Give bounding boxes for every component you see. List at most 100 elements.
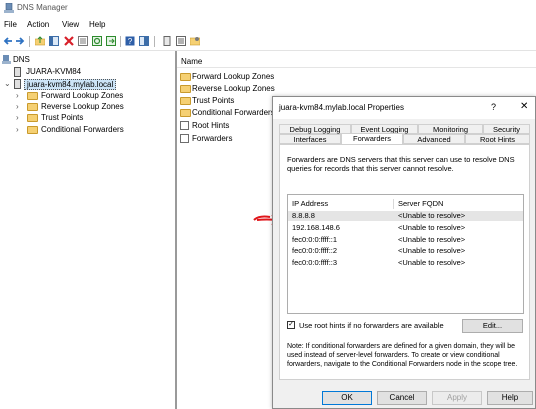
tree-item-conditional-forwarders[interactable]: › Conditional Forwarders — [2, 125, 172, 136]
list-item-label: Trust Points — [192, 96, 235, 105]
forwarders-list[interactable]: IP Address Server FQDN 8.8.8.8 <Unable t… — [287, 194, 524, 314]
close-icon[interactable]: ✕ — [520, 101, 528, 112]
tree-item-trust-points[interactable]: › Trust Points — [2, 113, 172, 124]
forwarder-ip: 8.8.8.8 — [292, 211, 315, 220]
window-title: DNS Manager — [17, 3, 68, 12]
tab-interfaces[interactable]: Interfaces — [279, 134, 341, 144]
show-hide-tree-icon[interactable] — [49, 36, 59, 46]
use-root-hints-row: ✓ Use root hints if no forwarders are av… — [287, 319, 524, 333]
conditional-forwarders-note: Note: If conditional forwarders are defi… — [287, 343, 518, 368]
list-item[interactable]: Forward Lookup Zones — [179, 72, 279, 83]
tree-item-reverse-lookup-zones[interactable]: › Reverse Lookup Zones — [2, 102, 172, 113]
back-icon[interactable] — [3, 36, 13, 46]
folder-icon — [27, 114, 38, 122]
dns-icon — [2, 55, 11, 64]
server-icon[interactable] — [162, 36, 172, 46]
tree-item-server-2[interactable]: ⌄ juara-kvm84.mylab.local — [2, 79, 172, 90]
list-item-label: Conditional Forwarders — [192, 108, 275, 117]
tab-advanced[interactable]: Advanced — [403, 134, 465, 144]
tab-monitoring[interactable]: Monitoring — [418, 124, 483, 134]
help-button[interactable]: ? — [491, 102, 496, 112]
forwarders-list-header: IP Address Server FQDN — [288, 199, 523, 210]
menu-view[interactable]: View — [62, 20, 79, 29]
tree-label: Trust Points — [41, 113, 84, 122]
tab-root-hints[interactable]: Root Hints — [465, 134, 530, 144]
forwarders-tab-panel: Forwarders are DNS servers that this ser… — [279, 144, 530, 380]
folder-icon — [27, 92, 38, 100]
properties-icon[interactable] — [78, 36, 88, 46]
list-item[interactable]: Reverse Lookup Zones — [179, 84, 279, 95]
folder-options-icon[interactable] — [190, 36, 200, 46]
forwarders-icon — [180, 134, 189, 143]
forwarder-ip: fec0:0:0:ffff::2 — [292, 246, 338, 255]
list-item[interactable]: Trust Points — [179, 96, 279, 107]
edit-button[interactable]: Edit... — [462, 319, 523, 333]
forwarder-fqdn: <Unable to resolve> — [398, 223, 466, 232]
tree-label: Reverse Lookup Zones — [41, 102, 124, 111]
list-item-label: Root Hints — [192, 121, 230, 130]
tree-label-server-2: juara-kvm84.mylab.local — [24, 79, 117, 90]
menu-action[interactable]: Action — [27, 20, 49, 29]
help-icon[interactable]: ? — [125, 36, 135, 46]
forwarder-row[interactable]: 8.8.8.8 <Unable to resolve> — [288, 211, 523, 221]
forwarders-description: Forwarders are DNS servers that this ser… — [287, 155, 515, 173]
folder-icon — [180, 73, 191, 81]
chevron-right-icon[interactable]: › — [16, 91, 19, 100]
svg-text:?: ? — [128, 37, 133, 46]
forwarder-ip: fec0:0:0:ffff::3 — [292, 258, 338, 267]
use-root-hints-checkbox[interactable]: ✓ — [287, 321, 295, 329]
forwarder-row[interactable]: fec0:0:0:ffff::1 <Unable to resolve> — [288, 235, 523, 245]
expand-icon[interactable]: ⌄ — [4, 79, 11, 88]
column-header-name[interactable]: Name — [181, 57, 202, 66]
tree-item-forward-lookup-zones[interactable]: › Forward Lookup Zones — [2, 91, 172, 102]
cancel-button[interactable]: Cancel — [377, 391, 427, 405]
ok-button[interactable]: OK — [322, 391, 372, 405]
tree-label: Conditional Forwarders — [41, 125, 124, 134]
list-item[interactable]: Conditional Forwarders — [179, 108, 279, 119]
delete-icon[interactable] — [64, 36, 74, 46]
forwarder-fqdn: <Unable to resolve> — [398, 246, 466, 255]
refresh-icon[interactable] — [92, 36, 102, 46]
tab-security[interactable]: Security — [483, 124, 530, 134]
forwarder-fqdn: <Unable to resolve> — [398, 211, 466, 220]
list-item[interactable]: Forwarders — [179, 134, 279, 145]
tree-item-server-1[interactable]: JUARA-KVM84 — [2, 67, 172, 78]
forwarder-fqdn: <Unable to resolve> — [398, 258, 466, 267]
menu-help[interactable]: Help — [89, 20, 105, 29]
menu-bar: File Action View Help — [0, 17, 536, 33]
list-item[interactable]: Root Hints — [179, 121, 279, 132]
console-pane-icon[interactable] — [139, 36, 149, 46]
column-header-fqdn[interactable]: Server FQDN — [398, 199, 443, 208]
root-hints-icon — [180, 121, 189, 130]
menu-file[interactable]: File — [4, 20, 17, 29]
dialog-title: juara-kvm84.mylab.local Properties — [279, 103, 404, 112]
list-view-icon[interactable] — [176, 36, 186, 46]
column-header-ip[interactable]: IP Address — [292, 199, 328, 208]
help-dialog-button[interactable]: Help — [487, 391, 533, 405]
title-bar: DNS Manager — [0, 0, 536, 17]
use-root-hints-label: Use root hints if no forwarders are avai… — [299, 321, 444, 330]
chevron-right-icon[interactable]: › — [16, 113, 19, 122]
up-folder-icon[interactable] — [35, 36, 45, 46]
toolbar: ? — [0, 33, 536, 51]
list-item-label: Forwarders — [192, 134, 233, 143]
list-header: Name — [177, 55, 536, 68]
forward-icon[interactable] — [15, 36, 25, 46]
folder-icon — [27, 126, 38, 134]
export-list-icon[interactable] — [106, 36, 116, 46]
forwarder-fqdn: <Unable to resolve> — [398, 235, 466, 244]
list-item-label: Forward Lookup Zones — [192, 72, 275, 81]
folder-icon — [180, 97, 191, 105]
dialog-title-bar: juara-kvm84.mylab.local Properties ? ✕ — [273, 97, 535, 119]
apply-button[interactable]: Apply — [432, 391, 482, 405]
scope-tree: DNS JUARA-KVM84 ⌄ juara-kvm84.mylab.loca… — [0, 51, 177, 409]
folder-icon — [180, 85, 191, 93]
tree-item-dns[interactable]: DNS — [2, 55, 172, 66]
tree-label-dns: DNS — [13, 55, 30, 64]
forwarder-row[interactable]: 192.168.148.6 <Unable to resolve> — [288, 223, 523, 233]
chevron-right-icon[interactable]: › — [16, 125, 19, 134]
forwarder-row[interactable]: fec0:0:0:ffff::2 <Unable to resolve> — [288, 246, 523, 256]
chevron-right-icon[interactable]: › — [16, 102, 19, 111]
folder-icon — [27, 103, 38, 111]
forwarder-row[interactable]: fec0:0:0:ffff::3 <Unable to resolve> — [288, 258, 523, 268]
